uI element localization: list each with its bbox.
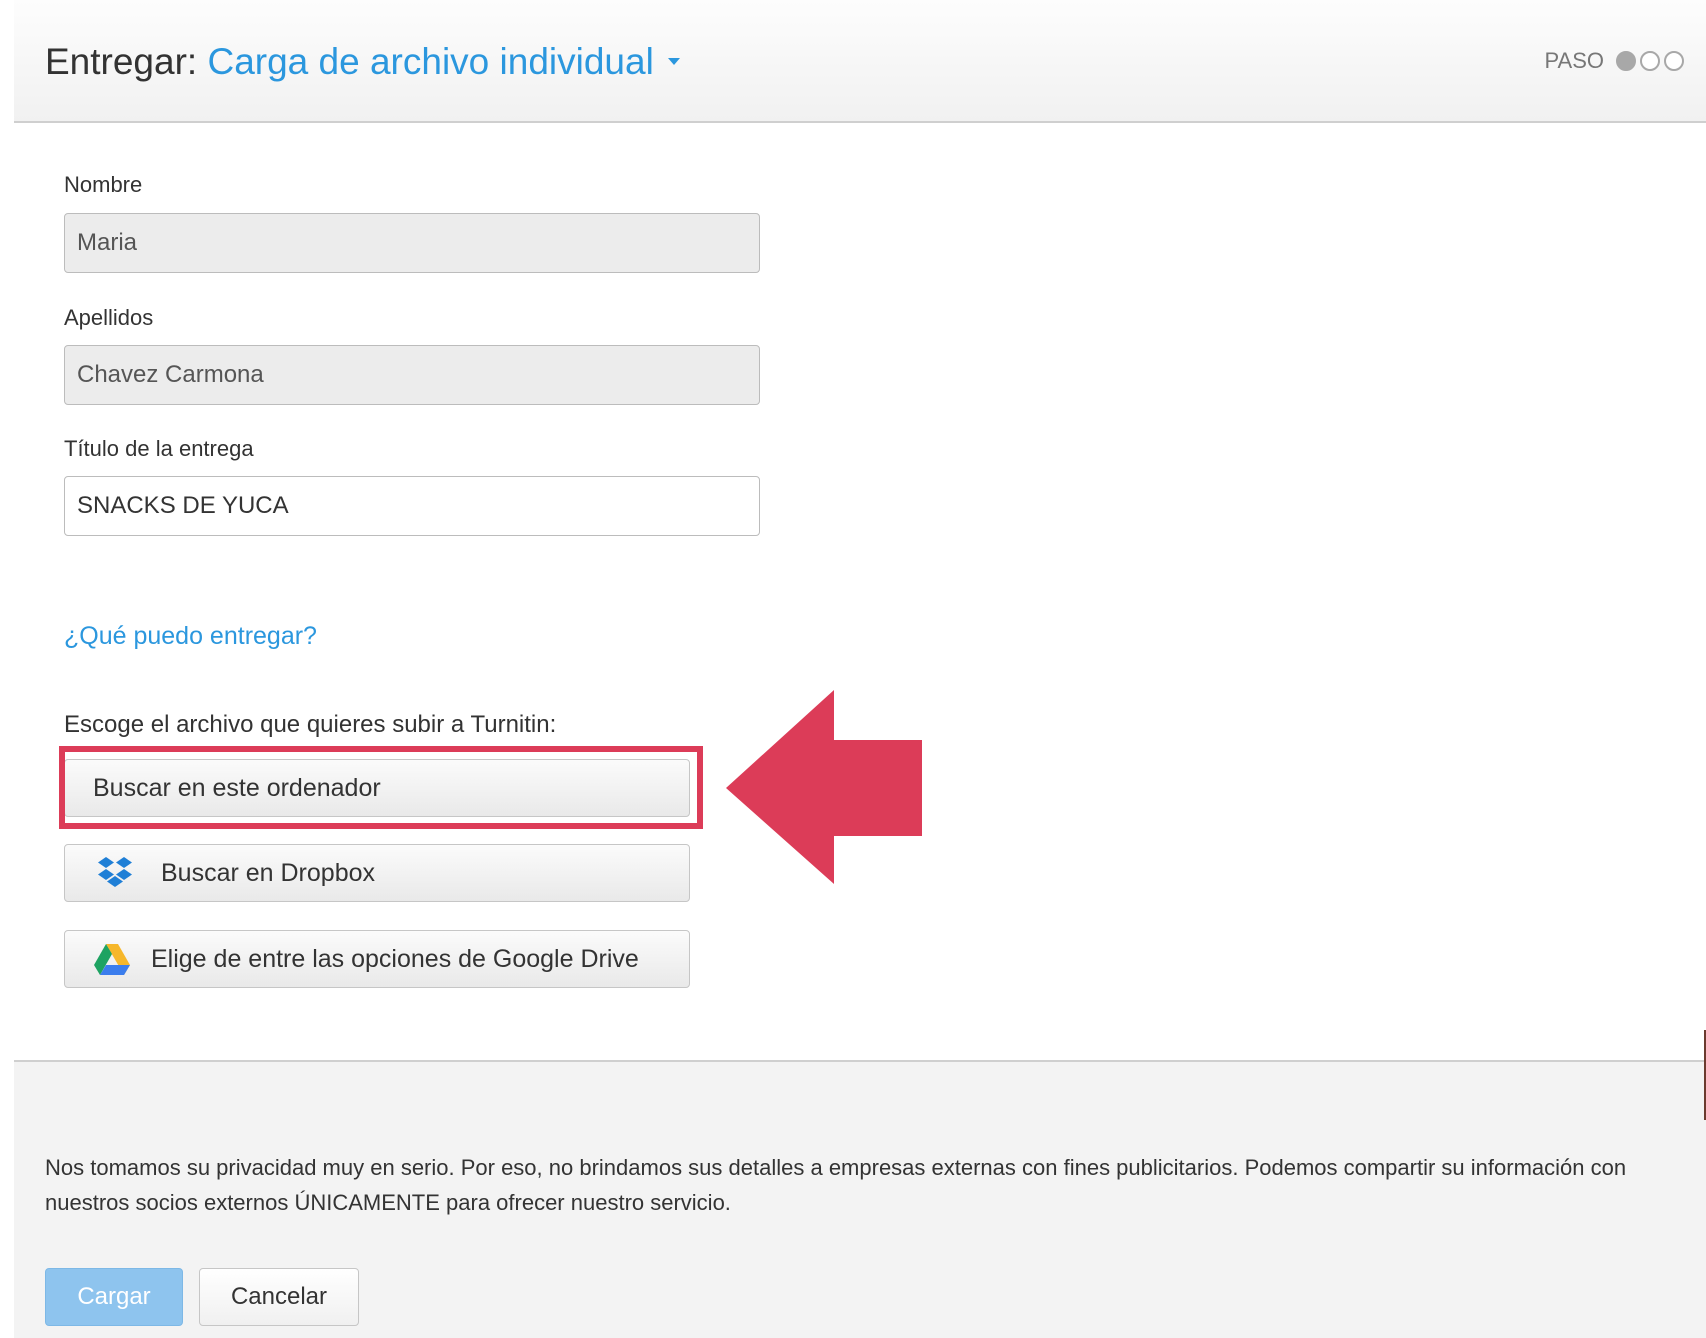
dropbox-icon bbox=[95, 853, 135, 893]
arrow-left-icon bbox=[726, 690, 922, 884]
privacy-notice: Nos tomamos su privacidad muy en serio. … bbox=[45, 1155, 1627, 1215]
what-can-i-submit-link[interactable]: ¿Qué puedo entregar? bbox=[64, 622, 317, 651]
browse-dropbox-button[interactable]: Buscar en Dropbox bbox=[64, 844, 690, 902]
submission-title-label: Título de la entrega bbox=[64, 436, 254, 461]
upload-mode-dropdown[interactable]: Carga de archivo individual bbox=[207, 41, 680, 82]
step-indicator: PASO bbox=[1544, 48, 1684, 74]
cancel-button[interactable]: Cancelar bbox=[199, 1268, 359, 1326]
page-footer: Nos tomamos su privacidad muy en serio. … bbox=[14, 1060, 1706, 1338]
browse-dropbox-label: Buscar en Dropbox bbox=[161, 858, 376, 887]
last-name-field[interactable] bbox=[64, 345, 760, 405]
step-dot-1 bbox=[1616, 51, 1636, 71]
choose-file-instruction: Escoge el archivo que quieres subir a Tu… bbox=[64, 711, 557, 738]
page-header: Entregar: Carga de archivo individual PA… bbox=[14, 0, 1706, 123]
title-prefix: Entregar: bbox=[45, 41, 198, 82]
step-dot-3 bbox=[1664, 51, 1684, 71]
upload-mode-label: Carga de archivo individual bbox=[207, 41, 654, 82]
submission-title-field[interactable] bbox=[64, 476, 760, 536]
step-dot-2 bbox=[1640, 51, 1660, 71]
first-name-label: Nombre bbox=[64, 172, 143, 197]
browse-google-drive-button[interactable]: Elige de entre las opciones de Google Dr… bbox=[64, 930, 690, 988]
first-name-field[interactable] bbox=[64, 213, 760, 273]
browse-google-drive-label: Elige de entre las opciones de Google Dr… bbox=[151, 944, 639, 973]
google-drive-icon bbox=[93, 942, 131, 976]
upload-button[interactable]: Cargar bbox=[45, 1268, 183, 1326]
last-name-label: Apellidos bbox=[64, 305, 154, 330]
caret-down-icon bbox=[667, 57, 680, 65]
step-label: PASO bbox=[1544, 48, 1604, 73]
annotation-highlight-box bbox=[59, 746, 703, 829]
page-title: Entregar: Carga de archivo individual bbox=[45, 38, 680, 86]
